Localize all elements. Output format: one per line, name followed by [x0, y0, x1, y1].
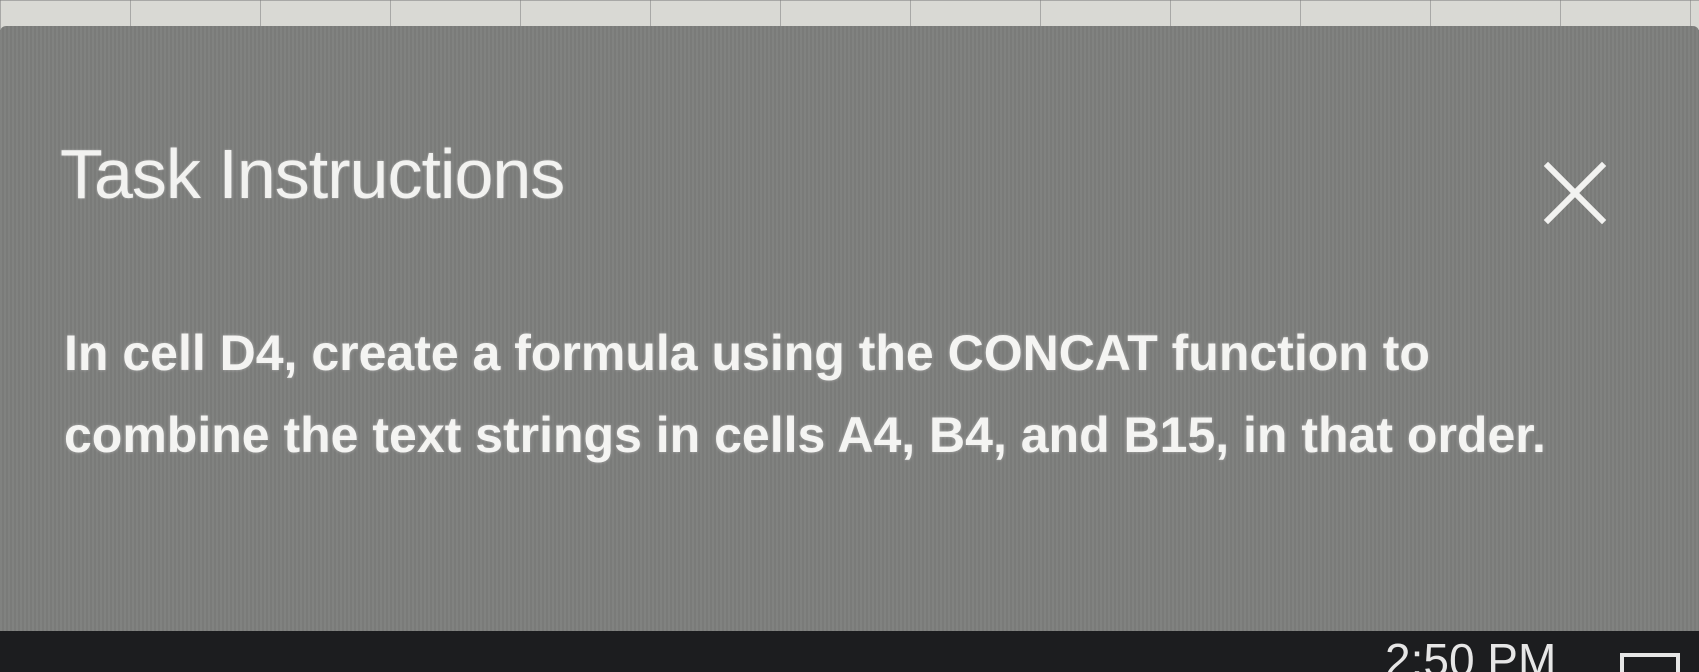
- notification-icon[interactable]: [1620, 653, 1680, 672]
- instructions-text: In cell D4, create a formula using the C…: [64, 325, 1546, 463]
- taskbar-clock[interactable]: 2:50 PM: [1385, 633, 1556, 672]
- taskbar: 2:50 PM: [0, 631, 1699, 672]
- screen: Task Instructions In cell D4, create a f…: [0, 0, 1699, 672]
- panel-title: Task Instructions: [60, 135, 565, 213]
- close-icon[interactable]: [1540, 158, 1610, 228]
